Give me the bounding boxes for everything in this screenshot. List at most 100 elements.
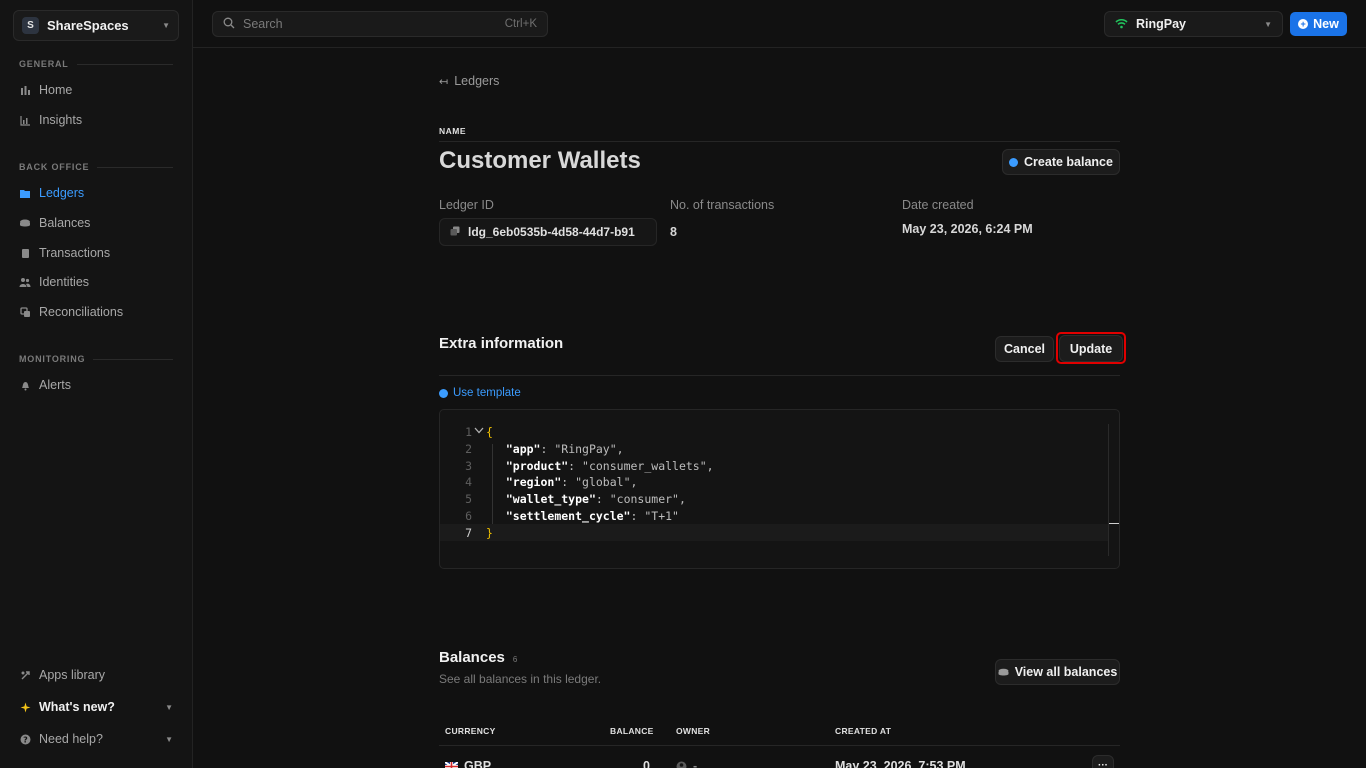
new-button[interactable]: + New bbox=[1290, 12, 1347, 36]
sidebar-item-label: Need help? bbox=[39, 732, 103, 746]
balances-header: Balances 6 bbox=[439, 649, 517, 666]
code-brace: } bbox=[486, 525, 493, 540]
search-icon bbox=[223, 17, 235, 32]
avatar-icon bbox=[676, 761, 687, 768]
wifi-icon bbox=[1115, 17, 1128, 32]
code-line: 3 "product": "consumer_wallets", bbox=[440, 457, 1108, 474]
divider bbox=[439, 141, 1120, 142]
column-header-currency: CURRENCY bbox=[445, 726, 496, 736]
arrow-left-icon: ↤ bbox=[439, 75, 449, 88]
more-icon: ··· bbox=[1098, 759, 1108, 768]
topbar: Search Ctrl+K RingPay ▼ + New bbox=[193, 0, 1366, 48]
sidebar-item-alerts[interactable]: Alerts bbox=[19, 375, 179, 395]
json-editor[interactable]: 1 { 2 "app": "RingPay", 3 "product": "co… bbox=[439, 409, 1120, 569]
create-balance-label: Create balance bbox=[1024, 155, 1113, 169]
balances-subtitle: See all balances in this ledger. bbox=[439, 672, 602, 686]
coins-icon bbox=[19, 217, 31, 229]
code-line-current: 7 } bbox=[440, 524, 1108, 541]
sparkle-icon bbox=[19, 701, 31, 713]
back-to-ledgers-link[interactable]: ↤ Ledgers bbox=[439, 74, 499, 88]
code-line: 1 { bbox=[440, 423, 1108, 440]
line-number: 7 bbox=[465, 525, 472, 540]
json-value: "global", bbox=[575, 474, 638, 489]
section-label: BACK OFFICE bbox=[19, 162, 90, 172]
currency-cell: GBP bbox=[464, 759, 492, 768]
chevron-down-icon: ▼ bbox=[162, 21, 170, 30]
created-at-cell: May 23, 2026, 7:53 PM bbox=[835, 759, 966, 768]
chevron-down-icon: ▼ bbox=[165, 734, 173, 744]
line-number: 1 bbox=[465, 424, 472, 439]
section-monitoring: MONITORING bbox=[19, 354, 173, 364]
balance-cell: 0 bbox=[643, 759, 650, 768]
sidebar-item-reconciliations[interactable]: Reconciliations bbox=[19, 302, 179, 322]
create-balance-button[interactable]: Create balance bbox=[1002, 149, 1120, 175]
row-menu-button[interactable]: ··· bbox=[1092, 755, 1114, 768]
section-back-office: BACK OFFICE bbox=[19, 162, 173, 172]
owner-value: - bbox=[693, 759, 698, 768]
sidebar-item-label: Transactions bbox=[39, 246, 111, 260]
sidebar-item-ledgers[interactable]: Ledgers bbox=[19, 183, 179, 203]
code-line: 6 "settlement_cycle": "T+1" bbox=[440, 507, 1108, 524]
sidebar-item-label: What's new? bbox=[39, 700, 115, 714]
line-number: 3 bbox=[465, 458, 472, 473]
divider bbox=[439, 375, 1120, 376]
plus-circle-icon bbox=[439, 388, 448, 398]
section-general: GENERAL bbox=[19, 59, 173, 69]
code-brace: { bbox=[486, 424, 493, 439]
sidebar-item-identities[interactable]: Identities bbox=[19, 272, 179, 292]
code-line: 2 "app": "RingPay", bbox=[440, 440, 1108, 457]
sidebar-item-label: Balances bbox=[39, 216, 91, 230]
sidebar: S ShareSpaces ▼ GENERAL Home Insights BA… bbox=[0, 0, 193, 768]
update-button[interactable]: Update bbox=[1059, 335, 1123, 362]
json-value: "consumer", bbox=[609, 491, 686, 506]
sidebar-item-label: Alerts bbox=[39, 378, 71, 392]
tx-count-label: No. of transactions bbox=[670, 198, 775, 212]
sidebar-item-label: Apps library bbox=[39, 668, 105, 682]
workspace-avatar: S bbox=[22, 17, 39, 34]
json-value: "T+1" bbox=[644, 508, 679, 523]
cancel-button[interactable]: Cancel bbox=[995, 336, 1054, 362]
date-created-value: May 23, 2026, 6:24 PM bbox=[902, 222, 1033, 236]
sidebar-item-home[interactable]: Home bbox=[19, 80, 179, 100]
json-key: "product" bbox=[505, 458, 569, 473]
column-header-balance: BALANCE bbox=[610, 726, 654, 736]
search-input[interactable]: Search Ctrl+K bbox=[212, 11, 548, 37]
coins-icon bbox=[998, 668, 1009, 677]
owner-cell: - bbox=[676, 759, 697, 768]
sidebar-item-insights[interactable]: Insights bbox=[19, 110, 179, 130]
plus-circle-icon bbox=[1009, 157, 1019, 167]
sidebar-item-need-help[interactable]: ? Need help? ▼ bbox=[19, 729, 179, 749]
sidebar-item-transactions[interactable]: Transactions bbox=[19, 243, 179, 263]
ledger-id-copy[interactable]: ldg_6eb0535b-4d58-44d7-b91 bbox=[439, 218, 657, 246]
code-line: 4 "region": "global", bbox=[440, 473, 1108, 490]
transactions-icon bbox=[19, 247, 31, 259]
fold-chevron-icon[interactable] bbox=[472, 427, 486, 437]
use-template-link[interactable]: Use template bbox=[439, 387, 521, 399]
json-value: "RingPay", bbox=[554, 441, 624, 456]
extra-info-title: Extra information bbox=[439, 335, 564, 352]
help-icon: ? bbox=[19, 733, 31, 745]
editor-scrollbar[interactable] bbox=[1108, 424, 1119, 556]
chart-icon bbox=[19, 114, 31, 126]
sidebar-item-apps-library[interactable]: Apps library bbox=[19, 665, 179, 685]
copy-icon bbox=[450, 226, 460, 239]
sidebar-item-label: Insights bbox=[39, 113, 83, 127]
app-name: RingPay bbox=[1136, 17, 1187, 31]
app-switcher[interactable]: RingPay ▼ bbox=[1104, 11, 1283, 37]
json-key: "settlement_cycle" bbox=[505, 508, 631, 523]
search-shortcut: Ctrl+K bbox=[504, 18, 537, 30]
new-button-label: New bbox=[1313, 17, 1339, 31]
home-icon bbox=[19, 84, 31, 96]
line-number: 2 bbox=[465, 441, 472, 456]
uk-flag-icon bbox=[445, 761, 458, 768]
sidebar-item-balances[interactable]: Balances bbox=[19, 213, 179, 233]
ledger-id-value: ldg_6eb0535b-4d58-44d7-b91 bbox=[468, 225, 635, 239]
apps-icon bbox=[19, 669, 31, 681]
table-row[interactable]: GBP bbox=[445, 759, 491, 768]
view-all-balances-button[interactable]: View all balances bbox=[995, 659, 1120, 685]
date-created-label: Date created bbox=[902, 198, 974, 212]
sidebar-item-whats-new[interactable]: What's new? ▼ bbox=[19, 697, 179, 717]
use-template-label: Use template bbox=[453, 387, 521, 399]
users-icon bbox=[19, 276, 31, 288]
workspace-switcher[interactable]: S ShareSpaces ▼ bbox=[13, 10, 179, 41]
